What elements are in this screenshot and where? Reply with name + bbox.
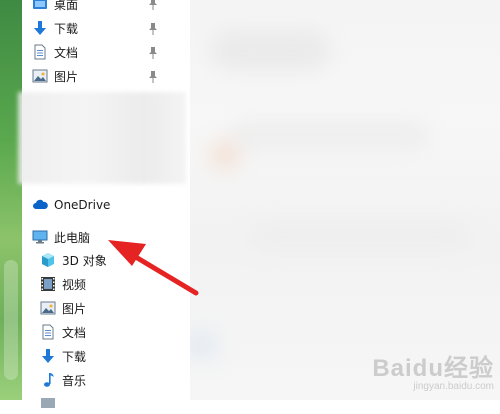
- nav-item-videos[interactable]: 视频: [40, 274, 86, 294]
- watermark-main: Baidu经验: [372, 355, 494, 382]
- nav-item-label: 3D 对象: [62, 253, 107, 268]
- 3d-objects-icon: [40, 252, 56, 268]
- nav-item-this-pc[interactable]: 此电脑: [32, 227, 90, 247]
- blurred-content: [190, 330, 220, 360]
- nav-item-label: 下载: [54, 21, 79, 36]
- nav-item-downloads[interactable]: 下载: [32, 18, 78, 38]
- nav-item-documents[interactable]: 文档: [32, 42, 78, 62]
- pin-icon[interactable]: [147, 0, 159, 10]
- blurred-content: [210, 30, 330, 70]
- blurred-region: [18, 92, 186, 184]
- navigation-pane: 桌面 下载 文档 图片 OneDrive 此电脑 3D 对象 视频 图片 文档 …: [22, 0, 191, 408]
- nav-item-label: 视频: [62, 277, 87, 292]
- video-icon: [40, 276, 56, 292]
- nav-item-partial[interactable]: [40, 393, 62, 413]
- baidu-watermark: Baidu经验 jingyan.baidu.com: [372, 348, 494, 392]
- nav-item-music[interactable]: 音乐: [40, 370, 86, 390]
- cloud-icon: [32, 197, 48, 213]
- nav-item-pictures[interactable]: 图片: [32, 66, 78, 86]
- nav-item-label: 图片: [62, 301, 87, 316]
- pin-icon[interactable]: [147, 45, 159, 59]
- nav-item-pictures-pc[interactable]: 图片: [40, 298, 86, 318]
- nav-item-label: 桌面: [54, 0, 79, 12]
- nav-item-documents-pc[interactable]: 文档: [40, 322, 86, 342]
- nav-item-onedrive[interactable]: OneDrive: [32, 195, 110, 215]
- file-content-area: [190, 0, 500, 400]
- picture-icon: [40, 300, 56, 316]
- desktop-wallpaper-strip: [0, 0, 22, 400]
- nav-item-desktop[interactable]: 桌面: [32, 0, 78, 14]
- pin-icon[interactable]: [147, 21, 159, 35]
- nav-item-label: OneDrive: [54, 198, 111, 212]
- nav-item-3d-objects[interactable]: 3D 对象: [40, 250, 107, 270]
- pin-icon[interactable]: [147, 69, 159, 83]
- document-icon: [40, 324, 56, 340]
- blurred-content: [250, 220, 470, 250]
- download-arrow-icon: [32, 20, 48, 36]
- nav-item-label: 音乐: [62, 373, 87, 388]
- computer-monitor-icon: [32, 229, 48, 245]
- nav-item-label: 下载: [62, 349, 87, 364]
- drive-icon: [40, 395, 56, 411]
- picture-icon: [32, 68, 48, 84]
- desktop-folder-icon: [32, 0, 48, 12]
- nav-item-label: 文档: [62, 325, 87, 340]
- nav-item-label: 图片: [54, 69, 79, 84]
- music-note-icon: [40, 372, 56, 388]
- nav-item-downloads-pc[interactable]: 下载: [40, 346, 86, 366]
- blurred-content: [210, 140, 240, 170]
- nav-item-label: 此电脑: [54, 230, 91, 245]
- nav-item-label: 文档: [54, 45, 79, 60]
- blurred-content: [230, 120, 430, 150]
- document-icon: [32, 44, 48, 60]
- download-arrow-icon: [40, 348, 56, 364]
